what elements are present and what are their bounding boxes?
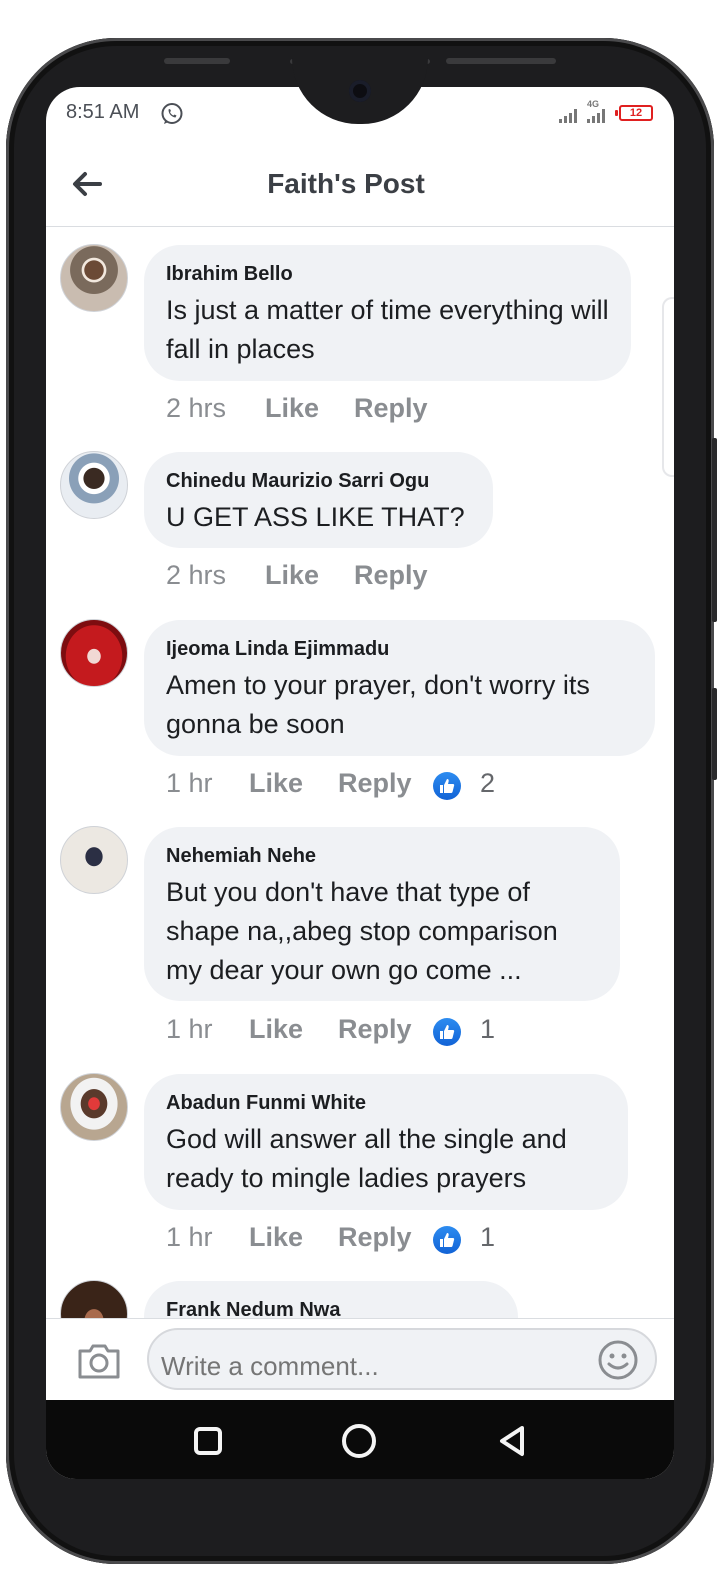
like-reaction-icon[interactable]	[433, 772, 461, 800]
reaction-count[interactable]: 1	[480, 1222, 495, 1253]
comment-bubble[interactable]: Nehemiah Nehe But you don't have that ty…	[144, 827, 620, 1001]
signal-icon-2	[587, 109, 605, 123]
back-triangle-icon[interactable]	[495, 1424, 529, 1458]
comment-text: Amen to your prayer, don't worry its gon…	[166, 670, 590, 739]
app-screen: 8:51 AM 4G 12 Faith's Post Ibrahim Bello…	[46, 87, 674, 1479]
comment-time: 2 hrs	[166, 393, 227, 423]
volume-button	[712, 438, 717, 622]
home-button[interactable]	[342, 1424, 376, 1458]
reaction-count[interactable]: 2	[480, 768, 495, 799]
sensor-strip	[446, 58, 556, 64]
avatar[interactable]	[60, 619, 128, 687]
comment-author[interactable]: Chinedu Maurizio Sarri Ogu	[166, 468, 471, 494]
scroll-handle[interactable]	[662, 297, 674, 477]
battery-indicator: 12	[615, 105, 653, 121]
like-button[interactable]: Like	[265, 560, 319, 591]
camera-icon[interactable]	[76, 1341, 122, 1381]
comment-author[interactable]: Abadun Funmi White	[166, 1090, 606, 1116]
emoji-icon[interactable]	[597, 1339, 639, 1381]
comment-text: But you don't have that type of shape na…	[166, 877, 558, 985]
power-button	[712, 688, 717, 780]
like-button[interactable]: Like	[249, 1222, 303, 1253]
like-reaction-icon[interactable]	[433, 1226, 461, 1254]
comment-bubble[interactable]: Abadun Funmi White God will answer all t…	[144, 1074, 628, 1210]
comment-time: 1 hr	[166, 1222, 213, 1252]
comment-author[interactable]: Nehemiah Nehe	[166, 843, 598, 869]
comment-time: 1 hr	[166, 768, 213, 798]
comment-time: 2 hrs	[166, 560, 227, 590]
comment-text: U GET ASS LIKE THAT?	[166, 502, 465, 532]
like-button[interactable]: Like	[249, 1014, 303, 1045]
comment-text: Is just a matter of time everything will…	[166, 295, 609, 364]
comment-bubble[interactable]: Chinedu Maurizio Sarri Ogu U GET ASS LIK…	[144, 452, 493, 548]
status-time: 8:51 AM	[66, 101, 140, 123]
avatar[interactable]	[60, 826, 128, 894]
reply-button[interactable]: Reply	[338, 1222, 412, 1253]
comment-author[interactable]: Ibrahim Bello	[166, 261, 609, 287]
like-button[interactable]: Like	[249, 768, 303, 799]
reply-button[interactable]: Reply	[354, 560, 428, 591]
like-button[interactable]: Like	[265, 393, 319, 424]
comment-author[interactable]: Ijeoma Linda Ejimmadu	[166, 636, 633, 662]
page-title: Faith's Post	[267, 168, 425, 199]
reply-button[interactable]: Reply	[338, 768, 412, 799]
like-reaction-icon[interactable]	[433, 1018, 461, 1046]
avatar[interactable]	[60, 451, 128, 519]
signal-icon	[559, 109, 577, 123]
front-camera	[349, 80, 371, 102]
reply-button[interactable]: Reply	[338, 1014, 412, 1045]
comment-bubble[interactable]: Ibrahim Bello Is just a matter of time e…	[144, 245, 631, 381]
reply-button[interactable]: Reply	[354, 393, 428, 424]
recent-apps-button[interactable]	[194, 1427, 222, 1455]
whatsapp-icon	[161, 103, 183, 124]
comment-bubble[interactable]: Ijeoma Linda Ejimmadu Amen to your praye…	[144, 620, 655, 756]
comment-text: God will answer all the single and ready…	[166, 1124, 567, 1193]
reaction-count[interactable]: 1	[480, 1014, 495, 1045]
comment-input[interactable]	[147, 1328, 657, 1390]
avatar[interactable]	[60, 244, 128, 312]
speaker-grille	[164, 58, 230, 64]
avatar[interactable]	[60, 1073, 128, 1141]
comment-time: 1 hr	[166, 1014, 213, 1044]
